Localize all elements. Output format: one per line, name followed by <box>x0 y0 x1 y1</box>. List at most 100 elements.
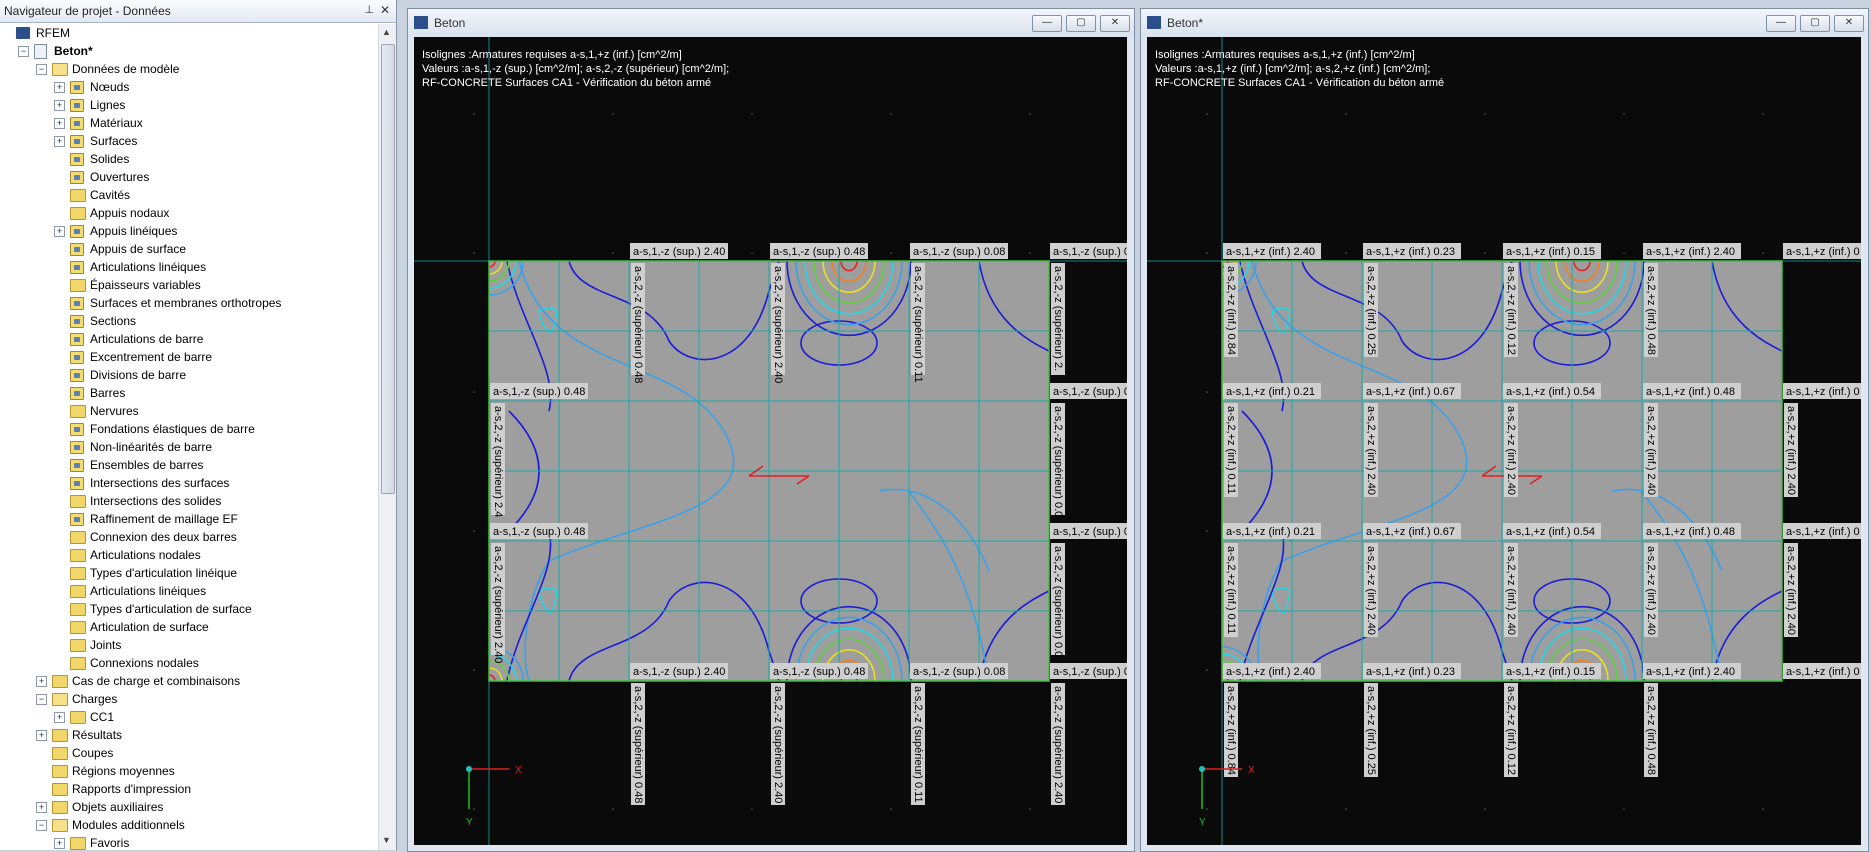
minimize-button[interactable]: — <box>1032 15 1062 32</box>
tree-item-label: Appuis nodaux <box>90 206 170 220</box>
tree-item-ouvertures[interactable]: Ouvertures <box>0 168 376 186</box>
collapse-icon[interactable]: − <box>36 694 47 705</box>
collapse-icon[interactable]: − <box>36 64 47 75</box>
tree-item-appuis-lineiques[interactable]: + Appuis linéiques <box>0 222 376 240</box>
tree-item-nervures[interactable]: Nervures <box>0 402 376 420</box>
tree-item-epaisseurs-variables[interactable]: Épaisseurs variables <box>0 276 376 294</box>
value-label: a-s,2,+z (inf.) 2.40 <box>1645 406 1657 495</box>
tree-item-beton[interactable]: − Beton* <box>0 42 376 60</box>
tree-item-connexion-barres[interactable]: Connexion des deux barres <box>0 528 376 546</box>
grid-point <box>1345 252 1347 254</box>
close-window-button[interactable]: ✕ <box>1100 15 1130 32</box>
tree-item-appuis-nodaux[interactable]: Appuis nodaux <box>0 204 376 222</box>
expand-icon[interactable]: + <box>54 82 65 93</box>
close-window-button[interactable]: ✕ <box>1834 15 1864 32</box>
grid-point <box>751 113 753 115</box>
tree-item-articulations-barre[interactable]: Articulations de barre <box>0 330 376 348</box>
grid-point <box>1029 252 1031 254</box>
maximize-button[interactable]: ▢ <box>1066 15 1096 32</box>
tree-item-surfaces[interactable]: + Surfaces <box>0 132 376 150</box>
model-file-icon <box>34 44 47 59</box>
tree-item-surfaces-orthotropes[interactable]: Surfaces et membranes orthotropes <box>0 294 376 312</box>
model-view[interactable]: a-s,1,-z (sup.) 2.40 a-s,1,-z (sup.) 0.48… <box>414 37 1127 845</box>
tree-item-cavites[interactable]: Cavités <box>0 186 376 204</box>
tree-item-label: Nervures <box>90 404 139 418</box>
tree-item-barres[interactable]: Barres <box>0 384 376 402</box>
grid-point <box>1029 113 1031 115</box>
folder-icon <box>70 207 86 220</box>
window-title-bar[interactable]: Beton — ▢ ✕ <box>408 9 1134 37</box>
pin-icon[interactable]: ⊥ <box>364 3 374 16</box>
tree-item-label: Solides <box>90 152 130 166</box>
tree-item-rapports[interactable]: Rapports d'impression <box>0 780 376 798</box>
tree-item-articulations-lineiques-2[interactable]: Articulations linéiques <box>0 582 376 600</box>
tree-item-appuis-surface[interactable]: Appuis de surface <box>0 240 376 258</box>
navigator-scrollbar[interactable]: ▲ ▼ <box>378 24 396 850</box>
tree-item-divisions-barre[interactable]: Divisions de barre <box>0 366 376 384</box>
tree-item-objets-auxiliaires[interactable]: + Objets auxiliaires <box>0 798 376 816</box>
expand-icon[interactable]: + <box>36 802 47 813</box>
close-icon[interactable]: ✕ <box>380 3 390 17</box>
graphics-canvas[interactable]: a-s,1,+z (inf.) 2.40 a-s,1,+z (inf.) 0.23… <box>1147 37 1861 845</box>
tree-item-sections[interactable]: Sections <box>0 312 376 330</box>
tree-item-cc1[interactable]: + CC1 <box>0 708 376 726</box>
tree-item-types-articulation-lineique[interactable]: Types d'articulation linéique <box>0 564 376 582</box>
maximize-button[interactable]: ▢ <box>1800 15 1830 32</box>
tree-item-fondations-elastiques[interactable]: Fondations élastiques de barre <box>0 420 376 438</box>
value-label: a-s,1,+z (inf.) 0 <box>1786 246 1860 258</box>
collapse-icon[interactable]: − <box>36 820 47 831</box>
tree-item-materiaux[interactable]: + Matériaux <box>0 114 376 132</box>
tree-item-lignes[interactable]: + Lignes <box>0 96 376 114</box>
expand-icon[interactable]: + <box>54 118 65 129</box>
tree-item-intersections-surfaces[interactable]: Intersections des surfaces <box>0 474 376 492</box>
value-label: a-s,1,+z (inf.) 0 <box>1786 526 1860 538</box>
tree-item-donnees-modele[interactable]: − Données de modèle <box>0 60 376 78</box>
tree-item-raffinement-maillage[interactable]: Raffinement de maillage EF <box>0 510 376 528</box>
folder-icon <box>52 63 68 76</box>
tree-item-label: Cas de charge et combinaisons <box>72 674 241 688</box>
tree-item-articulations-nodales[interactable]: Articulations nodales <box>0 546 376 564</box>
tree-item-intersections-solides[interactable]: Intersections des solides <box>0 492 376 510</box>
expand-icon[interactable]: + <box>54 226 65 237</box>
tree-item-coupes[interactable]: Coupes <box>0 744 376 762</box>
tree-item-regions-moyennes[interactable]: Régions moyennes <box>0 762 376 780</box>
expand-icon[interactable]: + <box>36 676 47 687</box>
tree-item-rfem[interactable]: RFEM <box>0 24 376 42</box>
expand-icon[interactable]: + <box>36 730 47 741</box>
tree-item-modules-additionnels[interactable]: − Modules additionnels <box>0 816 376 834</box>
tree-item-joints[interactable]: Joints <box>0 636 376 654</box>
value-label: a-s,1,-z (sup.) 0 <box>1053 666 1127 678</box>
value-label: a-s,1,-z (sup.) 0.08 <box>913 246 1005 258</box>
collapse-icon[interactable]: − <box>18 46 29 57</box>
tree-item-connexions-nodales[interactable]: Connexions nodales <box>0 654 376 672</box>
minimize-button[interactable]: — <box>1766 15 1796 32</box>
model-view[interactable]: a-s,1,+z (inf.) 2.40 a-s,1,+z (inf.) 0.23… <box>1147 37 1861 845</box>
expand-icon[interactable]: + <box>54 712 65 723</box>
tree-item-noeuds[interactable]: + Nœuds <box>0 78 376 96</box>
window-title-bar[interactable]: Beton* — ▢ ✕ <box>1141 9 1868 37</box>
scroll-down-icon[interactable]: ▼ <box>382 835 391 845</box>
tree-item-charges[interactable]: − Charges <box>0 690 376 708</box>
tree-item-articulations-lineiques[interactable]: Articulations linéiques <box>0 258 376 276</box>
tree-item-solides[interactable]: Solides <box>0 150 376 168</box>
tree-item-excentrement-barre[interactable]: Excentrement de barre <box>0 348 376 366</box>
folder-icon <box>70 837 86 850</box>
folder-icon <box>52 765 68 778</box>
tree-item-non-linearites[interactable]: Non-linéarités de barre <box>0 438 376 456</box>
scroll-up-icon[interactable]: ▲ <box>382 27 391 37</box>
object-type-icon <box>70 423 84 436</box>
tree-item-label: Connexion des deux barres <box>90 530 237 544</box>
tree-item-cas-charge[interactable]: + Cas de charge et combinaisons <box>0 672 376 690</box>
tree-item-label: Appuis de surface <box>90 242 187 256</box>
graphics-canvas[interactable]: a-s,1,-z (sup.) 2.40 a-s,1,-z (sup.) 0.48… <box>414 37 1127 845</box>
tree-item-articulation-surface[interactable]: Articulation de surface <box>0 618 376 636</box>
tree-item-resultats[interactable]: + Résultats <box>0 726 376 744</box>
expand-icon[interactable]: + <box>54 136 65 147</box>
expand-icon[interactable]: + <box>54 838 65 849</box>
tree-item-favoris[interactable]: + Favoris <box>0 834 376 850</box>
scrollbar-thumb[interactable] <box>381 44 395 494</box>
expand-icon[interactable]: + <box>54 100 65 111</box>
tree-item-ensembles-barres[interactable]: Ensembles de barres <box>0 456 376 474</box>
value-label: a-s,1,+z (inf.) 0.23 <box>1366 246 1455 258</box>
tree-item-types-articulation-surface[interactable]: Types d'articulation de surface <box>0 600 376 618</box>
